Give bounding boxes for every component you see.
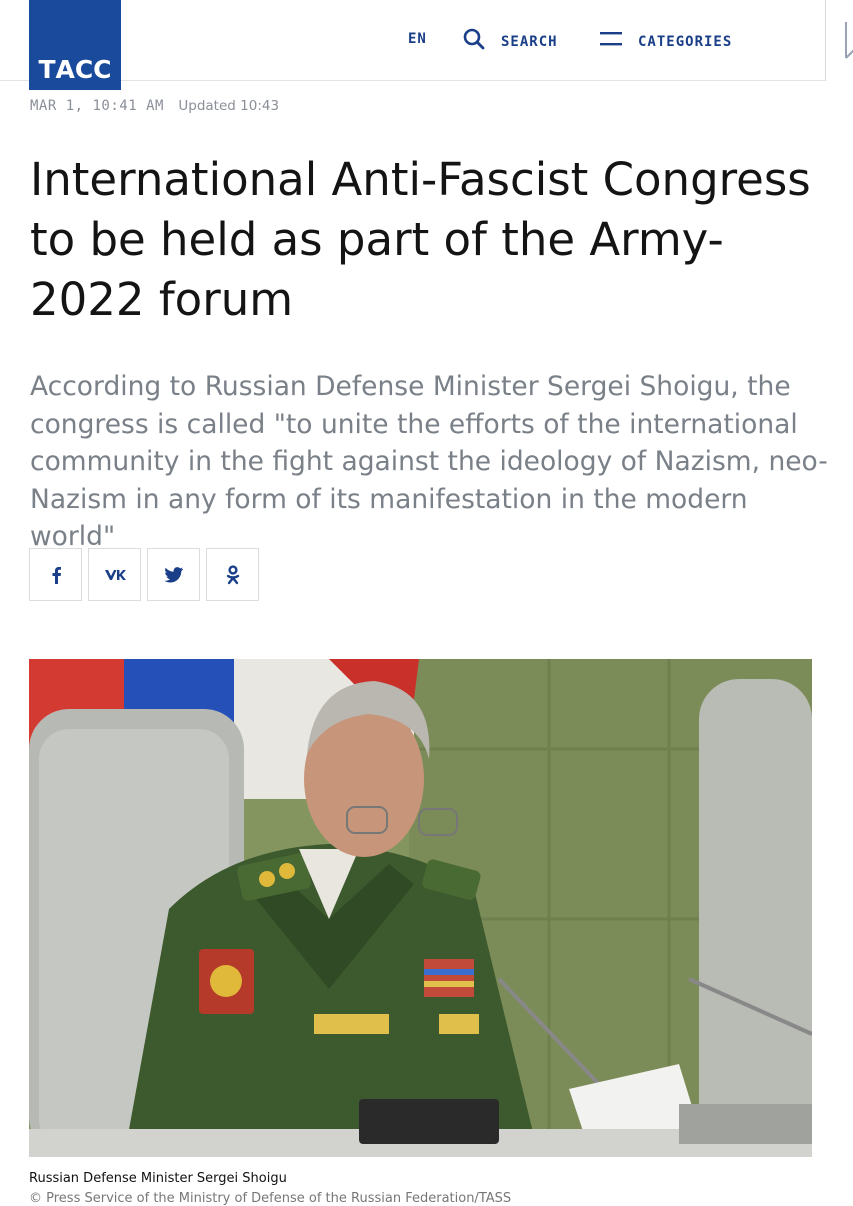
vk-icon	[104, 569, 126, 580]
logo-text: ТАСС	[38, 55, 112, 84]
publish-date: MAR 1, 10:41 AM	[30, 98, 164, 114]
photo-caption: Russian Defense Minister Sergei Shoigu	[29, 1171, 287, 1186]
bookmark-icon	[845, 22, 853, 59]
updated-time: Updated 10:43	[178, 98, 280, 114]
header-edge-icon[interactable]	[825, 0, 853, 81]
categories-label: CATEGORIES	[638, 34, 733, 50]
share-facebook-button[interactable]	[29, 548, 82, 601]
article-title: International Anti-Fascist Congress to b…	[30, 153, 811, 326]
twitter-icon	[163, 566, 183, 583]
photo-credit: © Press Service of the Ministry of Defen…	[29, 1191, 512, 1206]
share-bar	[29, 548, 259, 604]
share-vk-button[interactable]	[88, 548, 141, 601]
facebook-icon	[52, 566, 61, 584]
article-lead: According to Russian Defense Minister Se…	[30, 371, 828, 552]
share-twitter-button[interactable]	[147, 548, 200, 601]
site-header: ТАСС EN SEARCH CATEGORIES	[0, 0, 853, 90]
share-odnoklassniki-button[interactable]	[206, 548, 259, 601]
tass-logo[interactable]: ТАСС	[29, 0, 121, 90]
article-photo	[29, 659, 812, 1157]
language-switch-en[interactable]: EN	[408, 31, 427, 47]
menu-icon	[600, 32, 622, 46]
article-meta: MAR 1, 10:41 AM Updated 10:43	[30, 98, 279, 114]
photo-illustration	[29, 659, 812, 1157]
search-icon	[463, 28, 485, 50]
search-label: SEARCH	[501, 34, 558, 50]
odnoklassniki-icon	[226, 564, 239, 584]
